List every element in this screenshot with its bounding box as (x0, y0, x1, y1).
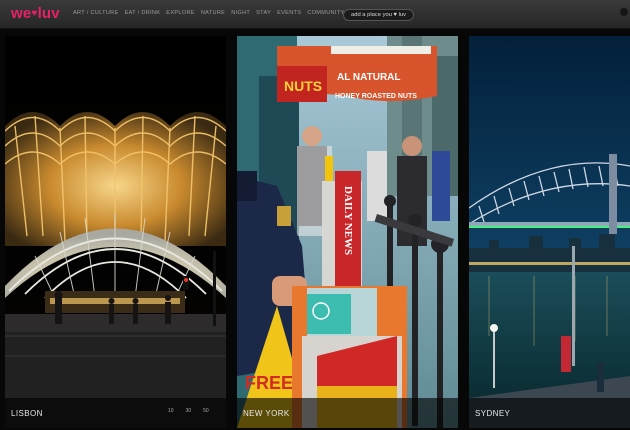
page-size-30[interactable]: 30 (186, 408, 192, 414)
page-size-selector: 10 30 50 (168, 408, 209, 414)
page-size-10[interactable]: 10 (168, 408, 174, 414)
photo-lisbon[interactable]: LISBON (5, 36, 226, 428)
top-bar: we♥luv ART / CULTURE EAT / DRINK EXPLORE… (0, 0, 630, 29)
main-nav: ART / CULTURE EAT / DRINK EXPLORE NATURE… (73, 10, 345, 16)
heart-icon: ♥ (31, 8, 38, 19)
city-label: LISBON (11, 409, 43, 418)
photo-new-york[interactable]: AL NATURAL HONEY ROASTED NUTS NUTS DAILY… (237, 36, 458, 428)
shop-sign-top: NUTS (284, 78, 322, 94)
caption-bar: SYDNEY (469, 398, 630, 428)
nav-nature[interactable]: NATURE (201, 10, 225, 16)
nav-stay[interactable]: STAY (256, 10, 271, 16)
shop-sign-sub: AL NATURAL (337, 72, 401, 83)
sydney-harbour-image (469, 36, 630, 428)
city-label: SYDNEY (475, 409, 511, 418)
nav-events[interactable]: EVENTS (277, 10, 301, 16)
logo[interactable]: we♥luv (11, 5, 60, 22)
nav-explore[interactable]: EXPLORE (166, 10, 195, 16)
news-box-label: DAILY NEWS (342, 186, 354, 255)
lisbon-station-image (5, 36, 226, 428)
shop-sign-line2: HONEY ROASTED NUTS (335, 93, 417, 100)
city-label: NEW YORK (243, 409, 290, 418)
logo-word-right: luv (37, 5, 60, 22)
nav-community[interactable]: COMMUNITY (307, 10, 344, 16)
page-size-50[interactable]: 50 (203, 408, 209, 414)
photo-sydney[interactable]: SYDNEY (469, 36, 630, 428)
caption-bar: NEW YORK (237, 398, 458, 428)
logo-word-left: we (11, 5, 32, 22)
nav-eat-drink[interactable]: EAT / DRINK (125, 10, 161, 16)
nav-art-culture[interactable]: ART / CULTURE (73, 10, 119, 16)
nav-night[interactable]: NIGHT (231, 10, 250, 16)
free-sign-text: FREE (245, 373, 293, 393)
close-icon[interactable] (619, 7, 629, 17)
add-place-button[interactable]: add a place you ♥ luv (343, 9, 415, 21)
new-york-street-image: AL NATURAL HONEY ROASTED NUTS NUTS DAILY… (237, 36, 458, 428)
